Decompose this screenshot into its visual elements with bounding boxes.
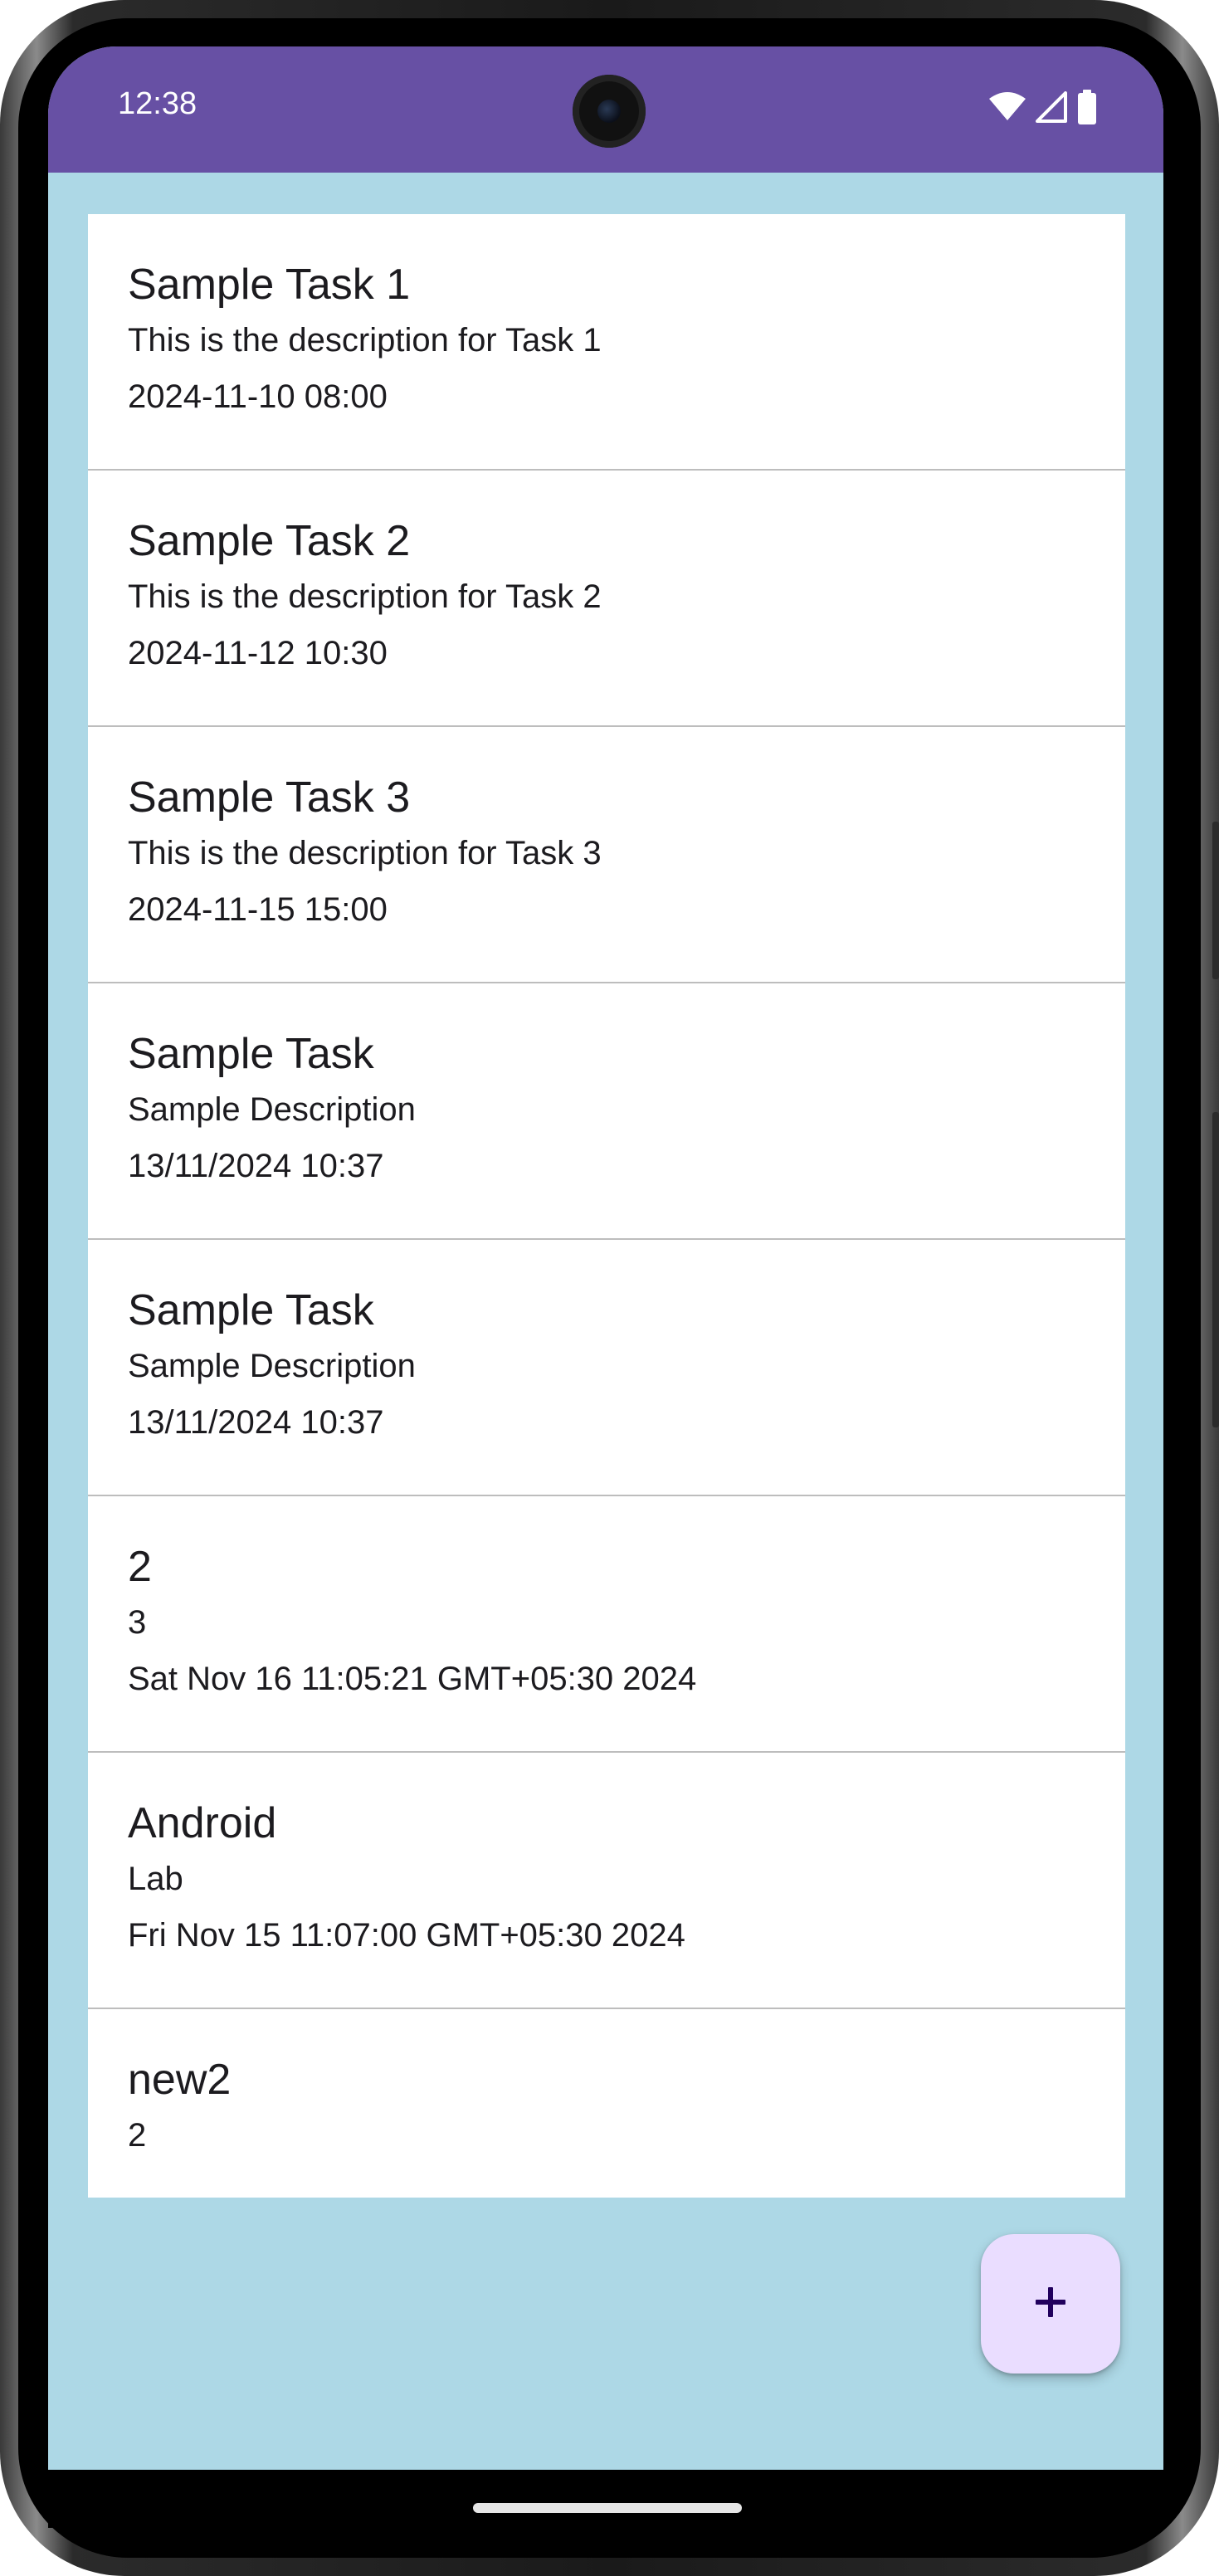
task-item[interactable]: Sample Task 1 This is the description fo… (88, 214, 1125, 471)
status-icons (989, 90, 1097, 129)
battery-icon (1077, 90, 1097, 129)
task-item[interactable]: Sample Task Sample Description 13/11/202… (88, 983, 1125, 1240)
task-item[interactable]: 2 3 Sat Nov 16 11:05:21 GMT+05:30 2024 (88, 1496, 1125, 1753)
task-description: This is the description for Task 1 (128, 322, 602, 359)
task-description: 2 (128, 2117, 147, 2154)
task-description: This is the description for Task 3 (128, 835, 602, 871)
task-item[interactable]: Android Lab Fri Nov 15 11:07:00 GMT+05:3… (88, 1753, 1125, 2009)
task-title: 2 (128, 1543, 152, 1591)
plus-icon (1032, 2284, 1069, 2325)
task-description: 3 (128, 1604, 147, 1641)
task-description: Sample Description (128, 1091, 416, 1128)
task-title: Sample Task (128, 1030, 374, 1078)
power-button (1212, 822, 1219, 979)
status-time: 12:38 (118, 86, 197, 121)
task-title: Sample Task 1 (128, 261, 411, 309)
task-title: Sample Task 3 (128, 773, 411, 822)
task-title: new2 (128, 2056, 232, 2104)
task-date: 2024-11-10 08:00 (128, 378, 388, 415)
app-screen: 12:38 Sample Task 1 This is the descript… (48, 46, 1163, 2470)
task-item[interactable]: new2 2 (88, 2009, 1125, 2198)
wifi-icon (989, 92, 1026, 126)
task-date: 2024-11-15 15:00 (128, 891, 388, 928)
task-date: 2024-11-12 10:30 (128, 635, 388, 671)
home-indicator[interactable] (473, 2503, 742, 2513)
add-task-button[interactable] (981, 2234, 1120, 2374)
task-item[interactable]: Sample Task Sample Description 13/11/202… (88, 1240, 1125, 1496)
task-item[interactable]: Sample Task 3 This is the description fo… (88, 727, 1125, 983)
status-bar: 12:38 (48, 46, 1163, 173)
task-date: 13/11/2024 10:37 (128, 1404, 384, 1441)
task-date: Fri Nov 15 11:07:00 GMT+05:30 2024 (128, 1917, 685, 1954)
task-description: This is the description for Task 2 (128, 578, 602, 615)
front-camera (573, 75, 646, 148)
task-item[interactable]: Sample Task 2 This is the description fo… (88, 471, 1125, 727)
task-title: Android (128, 1799, 277, 1847)
task-description: Sample Description (128, 1348, 416, 1384)
navigation-bar (48, 2470, 1163, 2528)
task-title: Sample Task (128, 1286, 374, 1334)
task-date: 13/11/2024 10:37 (128, 1148, 384, 1184)
task-title: Sample Task 2 (128, 517, 411, 565)
cellular-signal-icon (1036, 91, 1067, 127)
volume-button (1212, 1112, 1219, 1427)
task-list[interactable]: Sample Task 1 This is the description fo… (88, 214, 1125, 2198)
task-description: Lab (128, 1861, 183, 1897)
task-date: Sat Nov 16 11:05:21 GMT+05:30 2024 (128, 1661, 697, 1697)
